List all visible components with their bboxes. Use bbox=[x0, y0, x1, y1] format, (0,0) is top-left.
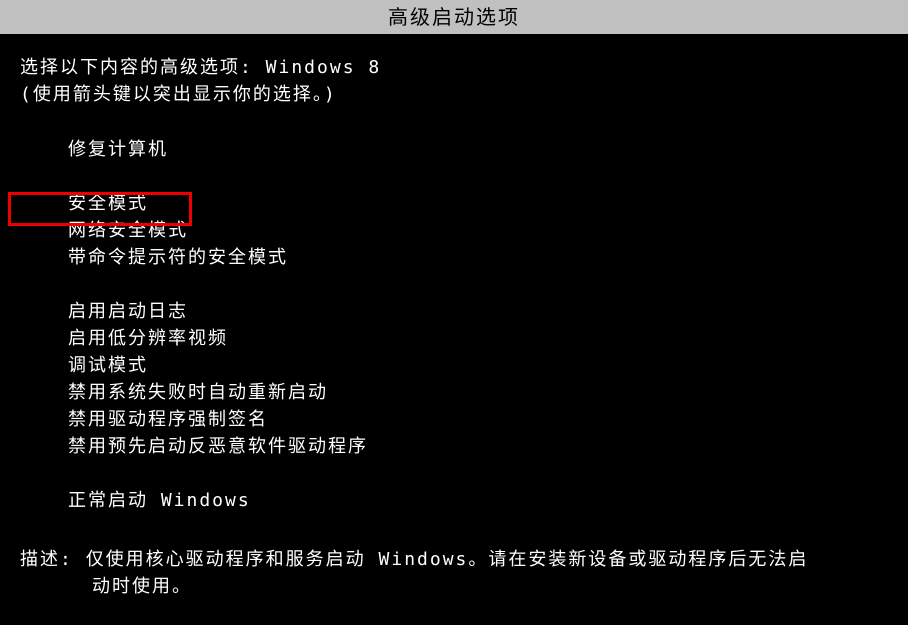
content-area: 选择以下内容的高级选项: Windows 8 (使用箭头键以突出显示你的选择。)… bbox=[0, 34, 908, 600]
menu-item-disable-driver-signature[interactable]: 禁用驱动程序强制签名 bbox=[68, 406, 888, 433]
description-block: 描述: 仅使用核心驱动程序和服务启动 Windows。请在安装新设备或驱动程序后… bbox=[20, 546, 888, 600]
page-title: 高级启动选项 bbox=[388, 5, 520, 29]
description-text-line1: 仅使用核心驱动程序和服务启动 Windows。请在安装新设备或驱动程序后无法启 bbox=[86, 549, 809, 570]
menu-item-safe-mode[interactable]: 安全模式 bbox=[68, 190, 888, 217]
menu-item-disable-auto-restart[interactable]: 禁用系统失败时自动重新启动 bbox=[68, 379, 888, 406]
menu-item-disable-antimalware-driver[interactable]: 禁用预先启动反恶意软件驱动程序 bbox=[68, 433, 888, 460]
menu-item-start-windows-normally[interactable]: 正常启动 Windows bbox=[68, 487, 888, 514]
menu-item-debugging-mode[interactable]: 调试模式 bbox=[68, 352, 888, 379]
menu-item-enable-boot-logging[interactable]: 启用启动日志 bbox=[68, 298, 888, 325]
menu-item-safe-mode-networking[interactable]: 网络安全模式 bbox=[68, 217, 888, 244]
description-label: 描述: bbox=[20, 549, 73, 570]
intro-line-2: (使用箭头键以突出显示你的选择。) bbox=[20, 81, 888, 108]
title-bar: 高级启动选项 bbox=[0, 0, 908, 34]
menu-item-repair-computer[interactable]: 修复计算机 bbox=[68, 136, 888, 163]
menu-item-enable-low-res-video[interactable]: 启用低分辨率视频 bbox=[68, 325, 888, 352]
menu-item-safe-mode-command-prompt[interactable]: 带命令提示符的安全模式 bbox=[68, 244, 888, 271]
boot-options-menu: 修复计算机 安全模式 网络安全模式 带命令提示符的安全模式 启用启动日志 启用低… bbox=[68, 136, 888, 514]
intro-line-1: 选择以下内容的高级选项: Windows 8 bbox=[20, 54, 888, 81]
description-text-line2: 动时使用。 bbox=[92, 573, 888, 600]
